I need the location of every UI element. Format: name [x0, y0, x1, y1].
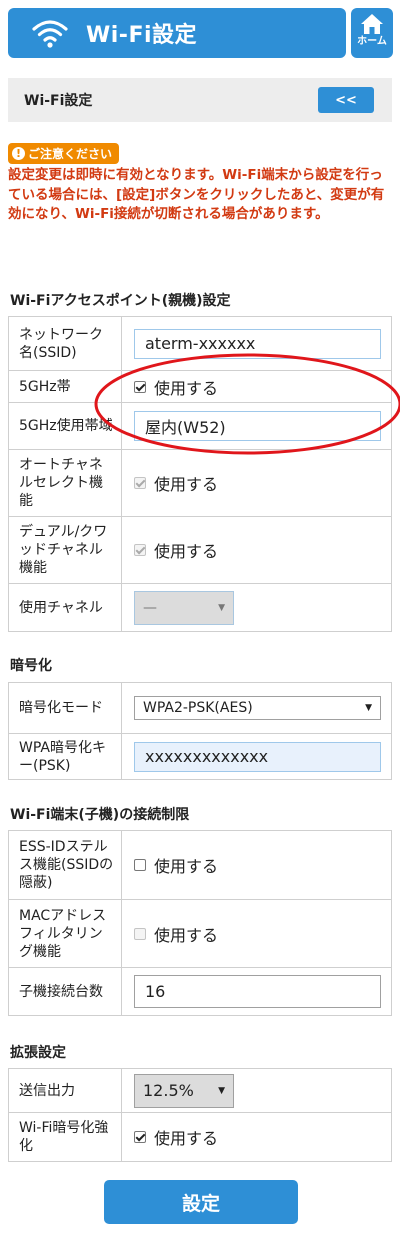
psk-row: WPA暗号化キー(PSK) xxxxxxxxxxxxx: [8, 733, 392, 780]
ap-settings-title: Wi-Fiアクセスポイント(親機)設定: [10, 293, 231, 309]
mac-filter-checkbox[interactable]: 使用する: [134, 922, 381, 946]
back-button[interactable]: <<: [318, 87, 374, 113]
mac-filter-row: MACアドレスフィルタリング機能 使用する: [8, 899, 392, 968]
mac-filter-label: MACアドレスフィルタリング機能: [8, 899, 122, 968]
dual-channel-checkbox[interactable]: 使用する: [134, 538, 381, 562]
home-button[interactable]: ホーム: [351, 8, 393, 58]
band5-checkbox[interactable]: 使用する: [134, 375, 381, 399]
caution-text: 設定変更は即時に有効となります。Wi-Fi端末から設定を行っている場合には、[設…: [8, 167, 385, 222]
dual-channel-row: デュアル/クワッドチャネル機能 使用する: [8, 516, 392, 584]
enc-mode-row: 暗号化モード WPA2-PSK(AES) ▼: [8, 682, 392, 734]
home-icon: [361, 14, 383, 34]
psk-input[interactable]: xxxxxxxxxxxxx: [134, 741, 381, 772]
ssid-row: ネットワーク名(SSID) aterm-xxxxxx: [8, 316, 392, 371]
home-label: ホーム: [357, 36, 387, 47]
page-title: Wi-Fi設定: [86, 23, 198, 48]
wifi-enc-checkbox-label: 使用する: [154, 1129, 219, 1148]
channel-select[interactable]: — ▼: [134, 590, 234, 625]
max-clients-input[interactable]: 16: [134, 975, 381, 1008]
max-clients-label: 子機接続台数: [8, 967, 122, 1016]
wifi-icon: [32, 20, 68, 48]
caution-badge: ! ご注意ください: [8, 143, 120, 164]
psk-label: WPA暗号化キー(PSK): [8, 733, 122, 780]
band5-label: 5GHz帯: [8, 370, 122, 403]
checkbox-checked-icon: [134, 1131, 146, 1143]
dual-channel-checkbox-label: 使用する: [154, 542, 219, 561]
checkbox-unchecked-icon: [134, 927, 146, 940]
tx-power-label: 送信出力: [8, 1068, 122, 1113]
mac-filter-checkbox-label: 使用する: [154, 925, 219, 945]
auto-channel-checkbox[interactable]: 使用する: [134, 471, 381, 495]
ssid-label: ネットワーク名(SSID): [8, 316, 122, 371]
client-restriction-title: Wi-Fi端末(子機)の接続制限: [10, 807, 190, 823]
encryption-table: 暗号化モード WPA2-PSK(AES) ▼ WPA暗号化キー(PSK) xxx…: [8, 682, 392, 780]
exclamation-icon: !: [12, 147, 25, 160]
wifi-enc-label: Wi-Fi暗号化強化: [8, 1112, 122, 1162]
extended-settings-table: 送信出力 12.5% ▼ Wi-Fi暗号化強化 使用する: [8, 1068, 392, 1162]
checkbox-checked-icon: [134, 477, 146, 489]
band5-row: 5GHz帯 使用する: [8, 370, 392, 403]
essid-stealth-checkbox-label: 使用する: [154, 857, 219, 876]
auto-channel-row: オートチャネルセレクト機能 使用する: [8, 449, 392, 517]
submit-button[interactable]: 設定: [104, 1180, 298, 1224]
dual-channel-label: デュアル/クワッドチャネル機能: [8, 516, 122, 584]
band5-usage-row: 5GHz使用帯域 屋内(W52): [8, 402, 392, 450]
caution-badge-label: ご注意ください: [28, 147, 113, 161]
client-restriction-table: ESS-IDステルス機能(SSIDの隠蔽) 使用する MACアドレスフィルタリン…: [8, 830, 392, 1016]
checkbox-checked-icon: [134, 544, 146, 556]
essid-stealth-label: ESS-IDステルス機能(SSIDの隠蔽): [8, 830, 122, 900]
band5-usage-select[interactable]: 屋内(W52): [134, 411, 381, 441]
header-bar: Wi-Fi設定: [8, 8, 346, 58]
ap-settings-table: ネットワーク名(SSID) aterm-xxxxxx 5GHz帯 使用する 5G…: [8, 316, 392, 632]
enc-mode-value: WPA2-PSK(AES): [143, 700, 253, 716]
extended-settings-title: 拡張設定: [10, 1045, 66, 1061]
wifi-enc-row: Wi-Fi暗号化強化 使用する: [8, 1112, 392, 1162]
checkbox-checked-icon: [134, 380, 146, 393]
essid-stealth-checkbox[interactable]: 使用する: [134, 853, 381, 877]
max-clients-row: 子機接続台数 16: [8, 967, 392, 1016]
dropdown-arrow-icon: ▼: [218, 602, 225, 613]
enc-mode-label: 暗号化モード: [8, 682, 122, 734]
enc-mode-select[interactable]: WPA2-PSK(AES) ▼: [134, 696, 381, 720]
ssid-input[interactable]: aterm-xxxxxx: [134, 328, 381, 359]
channel-value: —: [143, 599, 157, 616]
tx-power-value: 12.5%: [143, 1081, 194, 1100]
channel-label: 使用チャネル: [8, 583, 122, 632]
dropdown-arrow-icon: ▼: [218, 1085, 225, 1096]
auto-channel-label: オートチャネルセレクト機能: [8, 449, 122, 517]
tx-power-select[interactable]: 12.5% ▼: [134, 1073, 234, 1108]
checkbox-unchecked-icon: [134, 859, 146, 871]
encryption-title: 暗号化: [10, 658, 52, 674]
channel-row: 使用チャネル — ▼: [8, 583, 392, 632]
section-bar: Wi-Fi設定 <<: [8, 78, 392, 122]
essid-stealth-row: ESS-IDステルス機能(SSIDの隠蔽) 使用する: [8, 830, 392, 900]
auto-channel-checkbox-label: 使用する: [154, 475, 219, 494]
band5-checkbox-label: 使用する: [154, 378, 219, 398]
section-title: Wi-Fi設定: [24, 93, 93, 109]
tx-power-row: 送信出力 12.5% ▼: [8, 1068, 392, 1113]
dropdown-arrow-icon: ▼: [365, 703, 372, 713]
band5-usage-label: 5GHz使用帯域: [8, 402, 122, 450]
wifi-enc-checkbox[interactable]: 使用する: [134, 1125, 381, 1149]
